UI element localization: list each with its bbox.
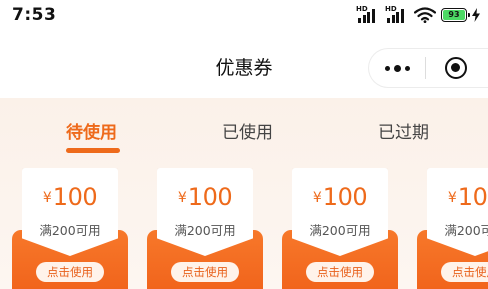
status-icons: HD HD 93 bbox=[356, 5, 480, 24]
coupon-value: 100 bbox=[187, 183, 233, 211]
tab-unused[interactable]: 待使用 bbox=[66, 118, 117, 143]
close-button[interactable] bbox=[426, 49, 486, 87]
status-time: 7:53 bbox=[12, 5, 57, 25]
currency-symbol: ¥ bbox=[177, 190, 187, 206]
coupon-condition: 满200可用 bbox=[309, 223, 371, 238]
charging-icon bbox=[472, 8, 480, 22]
currency-symbol: ¥ bbox=[312, 190, 322, 206]
close-target-icon bbox=[445, 57, 467, 79]
signal-icon: HD bbox=[385, 5, 409, 23]
battery-level: 93 bbox=[448, 10, 460, 19]
coupon-card: ¥100 满200可用 点击使用 bbox=[282, 168, 398, 289]
coupon-ticket: ¥100 满200可用 bbox=[292, 168, 388, 256]
coupon-amount: ¥100 bbox=[22, 183, 118, 211]
nav-bar: 优惠券 bbox=[0, 38, 488, 94]
currency-symbol: ¥ bbox=[42, 190, 52, 206]
status-bar: 7:53 HD HD 93 bbox=[0, 0, 488, 30]
coupon-value: 100 bbox=[52, 183, 98, 211]
coupon-tabs: 待使用 已使用 已过期 bbox=[0, 98, 488, 160]
coupon-value: 100 bbox=[457, 183, 488, 211]
tab-used[interactable]: 已使用 bbox=[222, 118, 273, 143]
tab-indicator bbox=[66, 148, 120, 153]
more-icon bbox=[384, 65, 390, 71]
coupon-ticket: ¥100 满200可用 bbox=[22, 168, 118, 256]
mini-program-capsule bbox=[368, 48, 488, 88]
use-coupon-button[interactable]: 点击使用 bbox=[306, 262, 374, 282]
tab-expired[interactable]: 已过期 bbox=[378, 118, 429, 143]
coupon-amount: ¥100 bbox=[427, 183, 488, 211]
coupon-content: 待使用 已使用 已过期 ¥100 满200可用 点击使用 ¥100 满200可用… bbox=[0, 98, 488, 289]
signal-icon: HD bbox=[356, 5, 380, 23]
use-coupon-button[interactable]: 点击使用 bbox=[441, 262, 488, 282]
coupon-condition: 满200可用 bbox=[39, 223, 101, 238]
battery-icon: 93 bbox=[441, 8, 470, 22]
currency-symbol: ¥ bbox=[447, 190, 457, 206]
coupon-value: 100 bbox=[322, 183, 368, 211]
use-coupon-button[interactable]: 点击使用 bbox=[171, 262, 239, 282]
coupon-card: ¥100 满200可用 点击使用 bbox=[147, 168, 263, 289]
coupon-amount: ¥100 bbox=[292, 183, 388, 211]
coupon-amount: ¥100 bbox=[157, 183, 253, 211]
use-coupon-button[interactable]: 点击使用 bbox=[36, 262, 104, 282]
coupon-condition: 满200可用 bbox=[174, 223, 236, 238]
wifi-icon bbox=[414, 7, 436, 23]
coupon-page: 7:53 HD HD 93 优惠券 待使用 已使用 已过期 ¥100 满200可… bbox=[0, 0, 488, 289]
more-button[interactable] bbox=[369, 49, 425, 87]
coupon-condition: 满200可用 bbox=[444, 223, 488, 238]
coupon-ticket: ¥100 满200可用 bbox=[157, 168, 253, 256]
coupon-card: ¥100 满200可用 点击使用 bbox=[12, 168, 128, 289]
coupon-card: ¥100 满200可用 点击使用 bbox=[417, 168, 488, 289]
